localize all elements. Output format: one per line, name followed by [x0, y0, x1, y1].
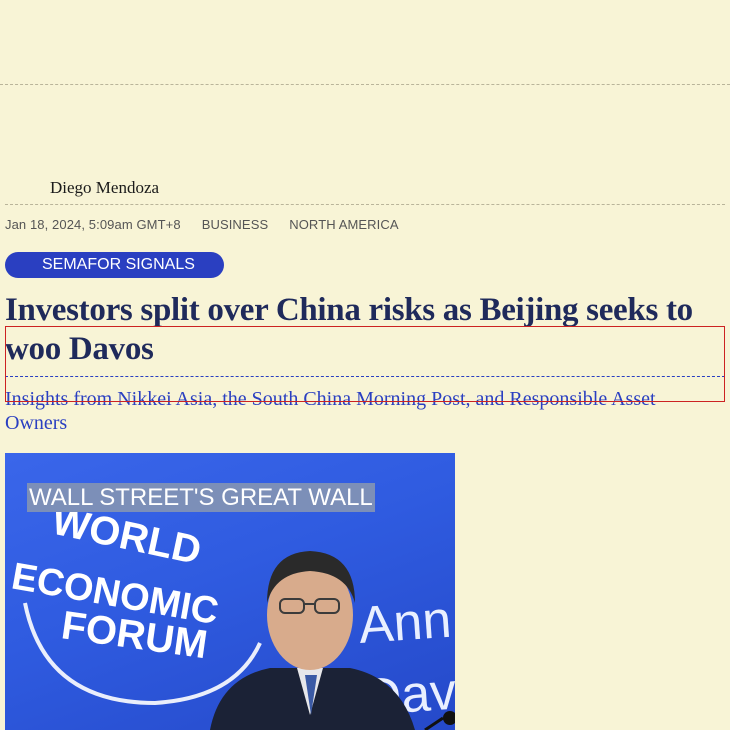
hero-image: WORLD ECONOMIC FORUM Ann Dav WALL STREET… — [5, 453, 455, 730]
hero-caption: WALL STREET'S GREAT WALL — [27, 483, 375, 512]
author-byline[interactable]: Diego Mendoza — [50, 178, 159, 198]
dek-divider — [5, 376, 725, 377]
byline-divider — [5, 204, 725, 205]
category-business[interactable]: BUSINESS — [202, 217, 269, 232]
article-headline: Investors split over China risks as Beij… — [5, 292, 693, 367]
badge-label: SEMAFOR SIGNALS — [42, 256, 195, 273]
category-north-america[interactable]: NORTH AMERICA — [289, 217, 398, 232]
publish-timestamp: Jan 18, 2024, 5:09am GMT+8 — [5, 217, 181, 232]
article-meta: Jan 18, 2024, 5:09am GMT+8 BUSINESS NORT… — [5, 217, 399, 232]
top-divider — [0, 84, 730, 85]
author-name[interactable]: Diego Mendoza — [50, 178, 159, 197]
semafor-signals-badge[interactable]: SEMAFOR SIGNALS — [5, 252, 224, 278]
article-dek: Insights from Nikkei Asia, the South Chi… — [5, 388, 656, 434]
backdrop-text-annual: Ann — [357, 591, 453, 655]
